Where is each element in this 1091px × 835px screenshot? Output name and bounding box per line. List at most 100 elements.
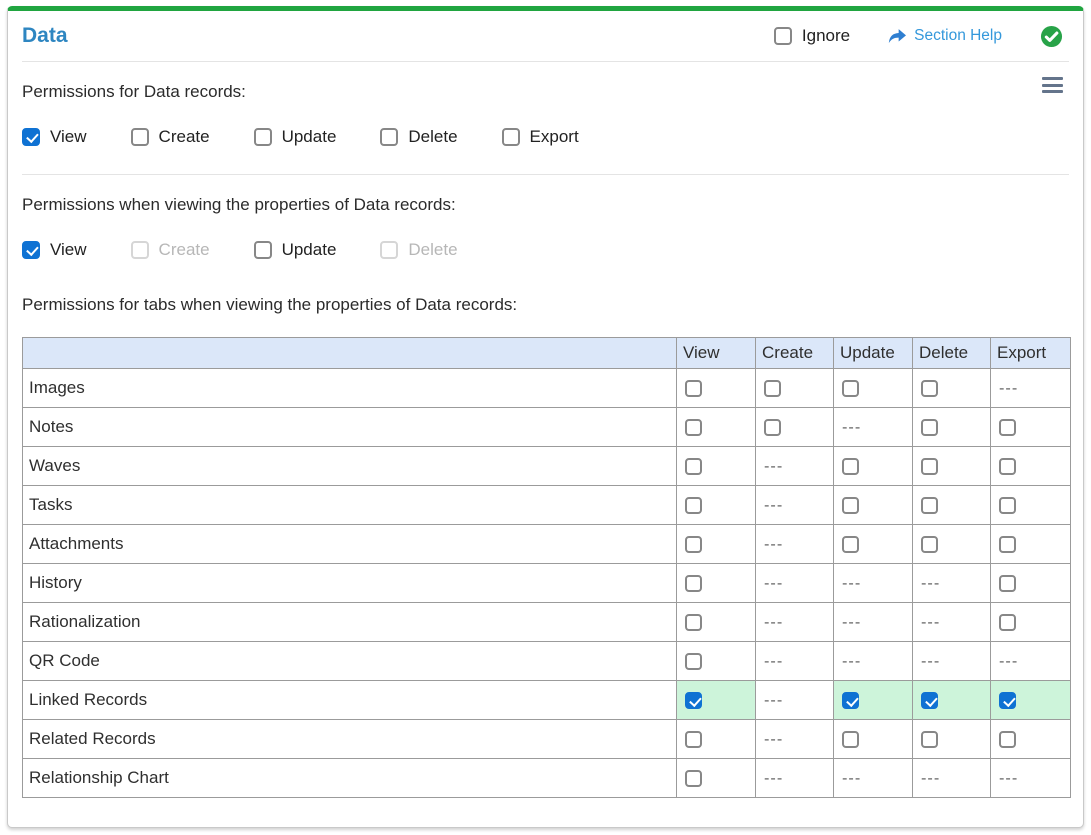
perm-cell: --- xyxy=(834,603,913,642)
table-checkbox[interactable] xyxy=(999,614,1016,631)
records-delete-checkbox-group[interactable]: Delete xyxy=(380,127,457,147)
table-checkbox[interactable] xyxy=(685,731,702,748)
no-permission-dashes: --- xyxy=(764,730,783,748)
table-checkbox[interactable] xyxy=(921,419,938,436)
data-section-card: Data Ignore Section Help xyxy=(7,6,1084,828)
perm-cell: --- xyxy=(991,369,1071,408)
records-export-checkbox[interactable] xyxy=(502,128,520,146)
col-header-update: Update xyxy=(834,338,913,369)
records-create-checkbox-group[interactable]: Create xyxy=(131,127,210,147)
perm-cell xyxy=(756,369,834,408)
table-row-relationship-chart: Relationship Chart --- --- --- --- xyxy=(23,759,1071,798)
table-checkbox[interactable] xyxy=(685,380,702,397)
table-checkbox[interactable] xyxy=(999,575,1016,592)
table-checkbox[interactable] xyxy=(842,458,859,475)
table-checkbox[interactable] xyxy=(921,536,938,553)
ignore-checkbox[interactable] xyxy=(774,27,792,45)
records-update-checkbox[interactable] xyxy=(254,128,272,146)
records-create-checkbox[interactable] xyxy=(131,128,149,146)
perm-cell xyxy=(677,486,756,525)
table-checkbox[interactable] xyxy=(921,380,938,397)
table-checkbox[interactable] xyxy=(685,770,702,787)
table-checkbox[interactable] xyxy=(685,614,702,631)
records-permissions-label: Permissions for Data records: xyxy=(22,80,1069,103)
no-permission-dashes: --- xyxy=(842,652,861,670)
properties-update-checkbox-group[interactable]: Update xyxy=(254,240,337,260)
perm-cell xyxy=(991,408,1071,447)
perm-cell xyxy=(677,759,756,798)
hamburger-menu-icon[interactable] xyxy=(1042,77,1063,93)
records-delete-checkbox[interactable] xyxy=(380,128,398,146)
perm-cell xyxy=(677,642,756,681)
table-row-qr-code: QR Code --- --- --- --- xyxy=(23,642,1071,681)
records-update-checkbox-group[interactable]: Update xyxy=(254,127,337,147)
table-checkbox[interactable] xyxy=(685,458,702,475)
table-checkbox[interactable] xyxy=(685,536,702,553)
checkbox-label: Delete xyxy=(408,127,457,147)
section-help-link[interactable]: Section Help xyxy=(888,27,1002,45)
no-permission-dashes: --- xyxy=(999,379,1018,397)
properties-permissions-label: Permissions when viewing the properties … xyxy=(22,193,1069,216)
table-checkbox[interactable] xyxy=(764,380,781,397)
perm-cell xyxy=(991,603,1071,642)
perm-cell: --- xyxy=(756,642,834,681)
properties-view-checkbox-group[interactable]: View xyxy=(22,240,87,260)
table-checkbox[interactable] xyxy=(921,458,938,475)
table-checkbox[interactable] xyxy=(921,692,938,709)
table-checkbox[interactable] xyxy=(999,419,1016,436)
row-label: Linked Records xyxy=(23,681,677,720)
records-view-checkbox[interactable] xyxy=(22,128,40,146)
perm-cell xyxy=(677,603,756,642)
table-checkbox[interactable] xyxy=(999,692,1016,709)
perm-cell: --- xyxy=(834,759,913,798)
perm-cell xyxy=(913,408,991,447)
perm-cell: --- xyxy=(756,759,834,798)
perm-cell xyxy=(677,720,756,759)
section-header: Data Ignore Section Help xyxy=(22,11,1069,62)
table-header-row: View Create Update Delete Export xyxy=(23,338,1071,369)
perm-cell xyxy=(834,369,913,408)
table-checkbox[interactable] xyxy=(842,692,859,709)
table-checkbox[interactable] xyxy=(685,497,702,514)
table-checkbox[interactable] xyxy=(999,536,1016,553)
perm-cell xyxy=(834,447,913,486)
section-divider xyxy=(22,174,1069,175)
no-permission-dashes: --- xyxy=(999,769,1018,787)
perm-cell: --- xyxy=(913,564,991,603)
table-row-notes: Notes --- xyxy=(23,408,1071,447)
table-checkbox[interactable] xyxy=(842,380,859,397)
table-checkbox[interactable] xyxy=(921,731,938,748)
table-checkbox[interactable] xyxy=(999,731,1016,748)
table-checkbox[interactable] xyxy=(999,458,1016,475)
table-checkbox[interactable] xyxy=(685,419,702,436)
records-export-checkbox-group[interactable]: Export xyxy=(502,127,579,147)
table-checkbox[interactable] xyxy=(842,536,859,553)
col-header-view: View xyxy=(677,338,756,369)
perm-cell: --- xyxy=(834,408,913,447)
perm-cell: --- xyxy=(834,642,913,681)
table-checkbox[interactable] xyxy=(842,497,859,514)
perm-cell: --- xyxy=(991,642,1071,681)
records-permissions-row: View Create Update Delete Export xyxy=(22,128,1069,146)
checkbox-label: Create xyxy=(159,240,210,260)
table-checkbox[interactable] xyxy=(685,692,702,709)
no-permission-dashes: --- xyxy=(764,535,783,553)
ignore-checkbox-group[interactable]: Ignore xyxy=(774,26,850,46)
no-permission-dashes: --- xyxy=(921,769,940,787)
col-header-delete: Delete xyxy=(913,338,991,369)
perm-cell xyxy=(677,564,756,603)
records-view-checkbox-group[interactable]: View xyxy=(22,127,87,147)
table-checkbox[interactable] xyxy=(921,497,938,514)
properties-view-checkbox[interactable] xyxy=(22,241,40,259)
properties-delete-checkbox xyxy=(380,241,398,259)
table-checkbox[interactable] xyxy=(999,497,1016,514)
properties-delete-checkbox-group: Delete xyxy=(380,240,457,260)
header-actions: Ignore Section Help xyxy=(774,25,1069,48)
properties-update-checkbox[interactable] xyxy=(254,241,272,259)
table-checkbox[interactable] xyxy=(764,419,781,436)
table-checkbox[interactable] xyxy=(685,575,702,592)
table-checkbox[interactable] xyxy=(842,731,859,748)
table-row-related-records: Related Records --- xyxy=(23,720,1071,759)
row-label: QR Code xyxy=(23,642,677,681)
table-checkbox[interactable] xyxy=(685,653,702,670)
